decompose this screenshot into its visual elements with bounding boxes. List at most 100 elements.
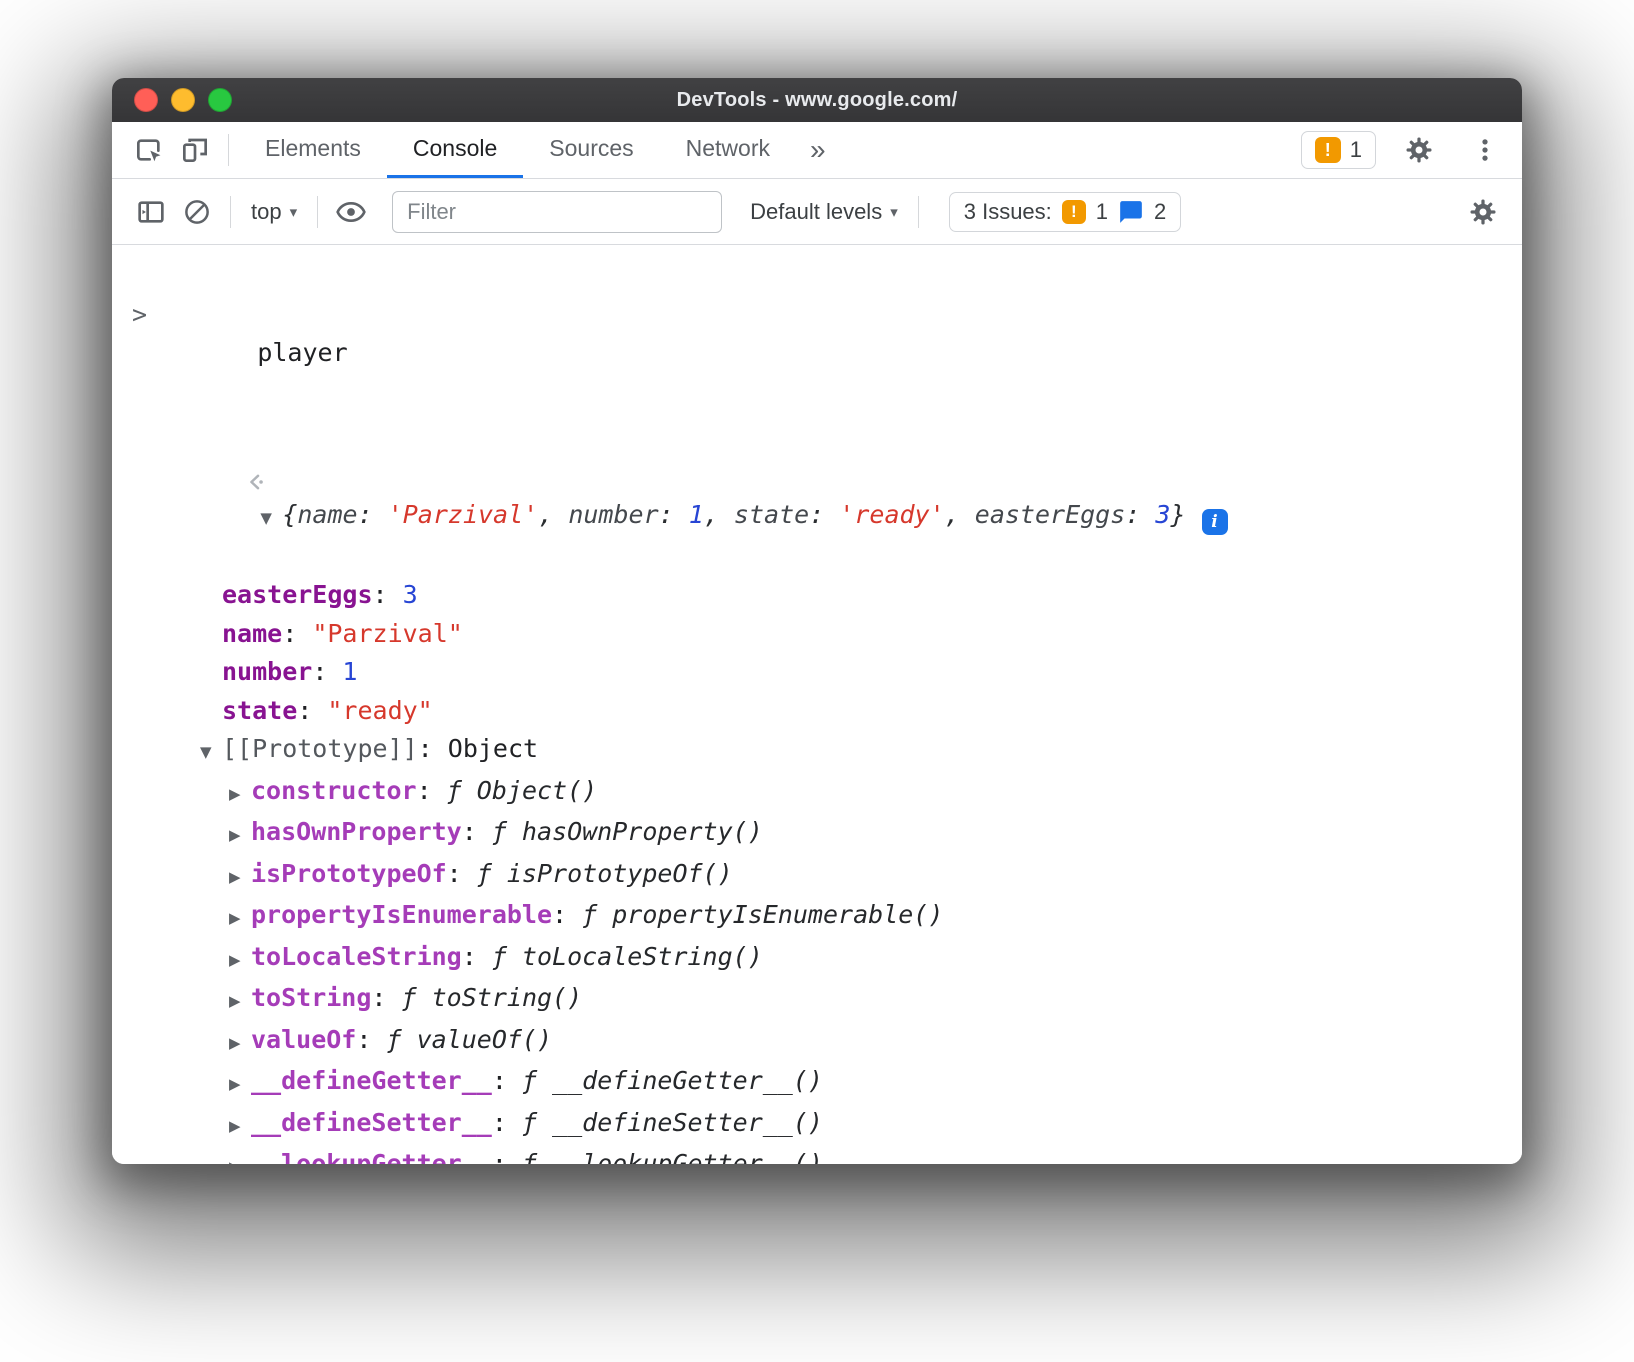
console-property-row: ▶__defineSetter__: ƒ __defineSetter__()	[112, 1104, 1522, 1146]
chevron-down-icon: ▾	[890, 203, 898, 221]
token-kp: __lookupGetter__	[251, 1149, 492, 1164]
issues-button[interactable]: 3 Issues: ! 1 2	[949, 192, 1182, 232]
tab-label: Sources	[549, 135, 633, 162]
kebab-menu-icon	[1470, 135, 1500, 165]
token-p: :	[356, 1025, 386, 1054]
token-p: :	[462, 817, 492, 846]
disclosure-triangle-icon[interactable]: ▼	[200, 733, 222, 772]
console-property-row: ▶valueOf: ƒ valueOf()	[112, 1021, 1522, 1063]
token-ki: [[Prototype]]	[222, 734, 418, 763]
token-pv-p: ,	[945, 500, 975, 529]
token-f: ƒ __defineSetter__()	[522, 1108, 823, 1137]
tab-network[interactable]: Network	[660, 122, 796, 178]
token-f: ƒ toString()	[402, 983, 583, 1012]
execution-context-selector[interactable]: top ▾	[241, 199, 307, 225]
console-sidebar-toggle-button[interactable]	[128, 196, 174, 228]
console-property-row: ▶isPrototypeOf: ƒ isPrototypeOf()	[112, 855, 1522, 897]
console-property-row: ▶toString: ƒ toString()	[112, 979, 1522, 1021]
token-p: :	[462, 942, 492, 971]
info-icon[interactable]: i	[1202, 509, 1228, 535]
tab-console[interactable]: Console	[387, 122, 523, 178]
token-f: ƒ propertyIsEnumerable()	[582, 900, 943, 929]
object-preview: {name: 'Parzival', number: 1, state: 're…	[282, 500, 1185, 529]
token-p: :	[297, 696, 327, 725]
gear-icon	[1404, 135, 1434, 165]
token-ko: name	[222, 619, 282, 648]
levels-label: Default levels	[750, 199, 882, 225]
issue-message-count: 2	[1154, 199, 1166, 225]
disclosure-triangle-icon[interactable]: ▶	[229, 941, 251, 980]
token-pv-k: name	[297, 500, 357, 529]
token-pv-p: }	[1170, 500, 1185, 529]
disclosure-triangle-icon[interactable]: ▶	[229, 1107, 251, 1146]
more-tabs-button[interactable]: »	[796, 122, 840, 178]
disclosure-triangle-icon[interactable]: ▶	[229, 1148, 251, 1164]
token-kp: valueOf	[251, 1025, 356, 1054]
console-property-row: state: "ready"	[112, 692, 1522, 731]
zoom-window-button[interactable]	[208, 88, 232, 112]
token-pv-k: state	[734, 500, 809, 529]
token-pv-p: {	[282, 500, 297, 529]
window-titlebar: DevTools - www.google.com/	[112, 78, 1522, 122]
console-command-row: > player	[112, 257, 1522, 411]
token-kp: toString	[251, 983, 371, 1012]
console-property-row: name: "Parzival"	[112, 615, 1522, 654]
token-pv-k: easterEggs	[975, 500, 1126, 529]
tab-elements[interactable]: Elements	[239, 122, 387, 178]
token-s: "Parzival"	[312, 619, 463, 648]
disclosure-triangle-icon[interactable]: ▶	[229, 899, 251, 938]
issues-label: 3 Issues:	[964, 199, 1052, 225]
token-kp: isPrototypeOf	[251, 859, 447, 888]
disclosure-triangle-icon[interactable]: ▶	[229, 982, 251, 1021]
log-levels-selector[interactable]: Default levels ▾	[740, 199, 908, 225]
token-ko: state	[222, 696, 297, 725]
message-bubble-icon	[1118, 199, 1144, 225]
object-properties: easterEggs: 3name: "Parzival"number: 1st…	[112, 576, 1522, 1164]
token-pv-k: number	[568, 500, 658, 529]
toolbar-separator	[228, 134, 229, 166]
clear-console-button[interactable]	[174, 197, 220, 227]
inspect-element-button[interactable]	[126, 122, 172, 178]
tabbar-right-cluster: ! 1	[1301, 122, 1508, 178]
more-options-button[interactable]	[1462, 135, 1508, 165]
device-toolbar-icon	[179, 134, 211, 166]
filter-input[interactable]	[392, 191, 722, 233]
return-value-icon	[124, 427, 266, 543]
token-pv-p: :	[1125, 500, 1155, 529]
token-kp: constructor	[251, 776, 417, 805]
disclosure-triangle-icon[interactable]: ▶	[229, 775, 251, 814]
token-p: :	[312, 657, 342, 686]
token-pv-p: :	[659, 500, 689, 529]
device-toolbar-button[interactable]	[172, 122, 218, 178]
token-p: :	[418, 734, 448, 763]
token-ko: number	[222, 657, 312, 686]
settings-button[interactable]	[1396, 135, 1442, 165]
minimize-window-button[interactable]	[171, 88, 195, 112]
disclosure-triangle-icon[interactable]: ▶	[229, 1024, 251, 1063]
inspect-cursor-icon	[133, 134, 165, 166]
console-property-row: ▼[[Prototype]]: Object	[112, 730, 1522, 772]
token-o: Object	[448, 734, 538, 763]
create-live-expression-button[interactable]	[328, 196, 374, 228]
token-pv-n: 3	[1155, 500, 1170, 529]
sidebar-panel-icon	[135, 196, 167, 228]
disclosure-triangle-icon[interactable]: ▶	[229, 1065, 251, 1104]
tab-sources[interactable]: Sources	[523, 122, 659, 178]
token-f: ƒ hasOwnProperty()	[492, 817, 763, 846]
token-p: :	[417, 776, 447, 805]
disclosure-triangle-icon[interactable]: ▶	[229, 858, 251, 897]
console-settings-button[interactable]	[1460, 197, 1506, 227]
warnings-badge-button[interactable]: ! 1	[1301, 131, 1376, 169]
token-p: :	[552, 900, 582, 929]
gear-icon	[1468, 197, 1498, 227]
chevron-down-icon: ▾	[290, 203, 298, 221]
close-window-button[interactable]	[134, 88, 158, 112]
disclosure-triangle-icon[interactable]: ▶	[229, 816, 251, 855]
token-p: :	[373, 580, 403, 609]
console-property-row: ▶__defineGetter__: ƒ __defineGetter__()	[112, 1062, 1522, 1104]
console-panel: > player ▼ {name: 'Parzival', number: 1, …	[112, 245, 1522, 1164]
token-kp: __defineSetter__	[251, 1108, 492, 1137]
console-property-row: ▶constructor: ƒ Object()	[112, 772, 1522, 814]
token-f: ƒ toLocaleString()	[492, 942, 763, 971]
console-property-row: ▶toLocaleString: ƒ toLocaleString()	[112, 938, 1522, 980]
